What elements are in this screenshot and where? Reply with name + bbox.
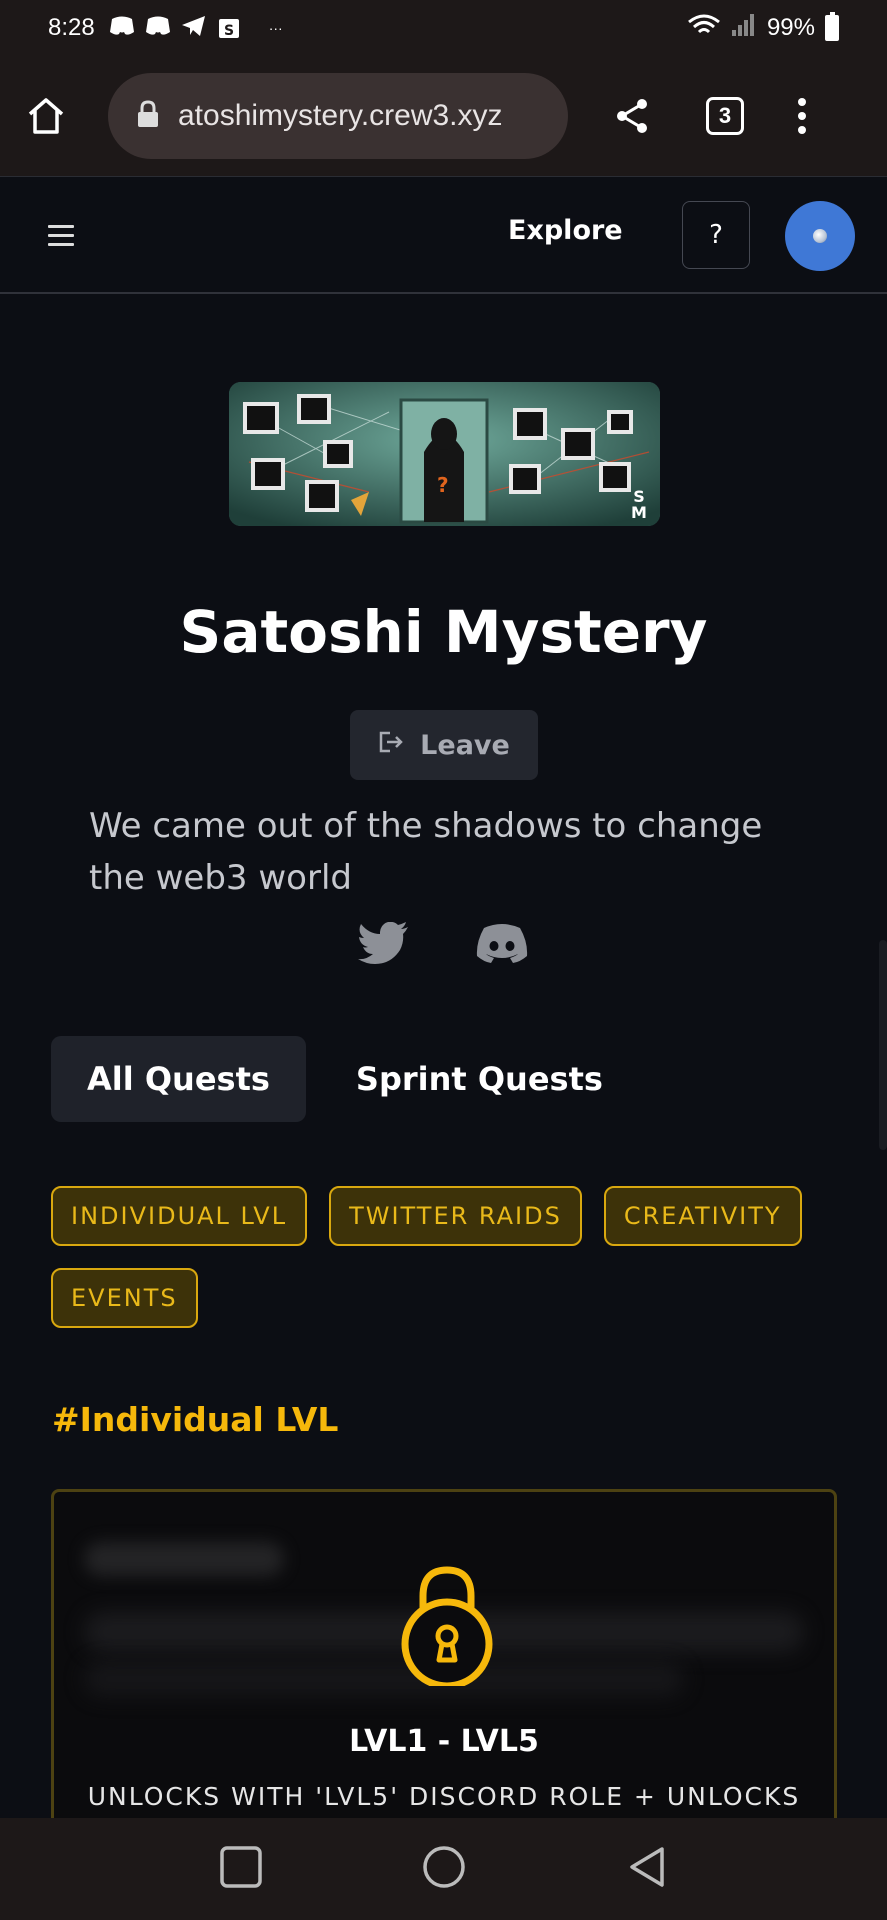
discord-notification-icon [109,15,135,41]
globe-icon [813,229,827,243]
quest-card-title: LVL1 - LVL5 [349,1724,539,1759]
section-title: #Individual LVL [52,1400,339,1439]
svg-text:S: S [224,23,234,39]
explore-link[interactable]: Explore [508,215,623,246]
blurred-text [84,1662,684,1696]
chip-creativity[interactable]: CREATIVITY [603,1186,802,1246]
scrollbar[interactable] [879,940,887,1150]
quest-card-subtitle: UNLOCKS WITH 'LVL5' DISCORD ROLE + UNLOC… [87,1782,801,1811]
lock-icon [136,100,160,132]
url-text: atoshimystery.crew3.xyz [178,99,503,132]
site-header: Explore ? [0,176,887,294]
tab-switcher-button[interactable]: 3 [706,97,744,135]
shopping-notification-icon: S [217,13,241,43]
signal-icon [731,12,757,45]
discord-notification-icon-2 [145,15,171,41]
chip-individual-lvl[interactable]: INDIVIDUAL LVL [51,1186,308,1246]
nav-home-icon[interactable] [421,1844,467,1894]
avatar[interactable] [785,201,855,271]
nav-recents-icon[interactable] [219,1845,263,1893]
category-chips: INDIVIDUAL LVL TWITTER RAIDS CREATIVITY … [51,1186,851,1328]
chip-twitter-raids[interactable]: TWITTER RAIDS [329,1186,582,1246]
quest-card[interactable]: LVL1 - LVL5 UNLOCKS WITH 'LVL5' DISCORD … [51,1489,837,1829]
chip-events[interactable]: EVENTS [51,1268,198,1328]
svg-text:?: ? [437,473,449,497]
help-button[interactable]: ? [682,201,750,269]
notification-icons: S ··· [109,13,283,43]
tab-all-quests[interactable]: All Quests [51,1036,306,1122]
address-bar[interactable]: atoshimystery.crew3.xyz [108,73,568,159]
community-description: We came out of the shadows to change the… [89,806,763,898]
padlock-icon [399,1562,495,1690]
tab-sprint-quests[interactable]: Sprint Quests [320,1036,639,1122]
more-notifications-indicator: ··· [268,20,283,36]
browser-toolbar: atoshimystery.crew3.xyz 3 [0,56,887,176]
wifi-icon [687,12,721,45]
more-vert-icon[interactable] [796,96,808,136]
battery-percent: 99% [766,14,815,41]
discord-icon[interactable] [476,922,528,968]
home-icon[interactable] [24,94,68,138]
battery-icon [825,12,839,41]
community-banner: ? S M [229,382,660,526]
twitter-icon[interactable] [358,921,410,968]
nav-back-icon[interactable] [626,1845,668,1893]
menu-icon[interactable] [48,225,74,252]
svg-text:M: M [631,503,647,522]
leave-label: Leave [420,729,510,761]
share-icon[interactable] [612,96,652,136]
leave-button[interactable]: Leave [350,710,538,780]
quest-tabs: All Quests Sprint Quests [51,1036,639,1122]
logout-icon [378,730,404,761]
telegram-notification-icon [181,15,207,41]
community-title: Satoshi Mystery [179,598,708,666]
system-nav-bar [0,1818,887,1920]
status-bar: 8:28 S ··· 99% [0,0,887,56]
status-time: 8:28 [48,14,95,41]
blurred-text [84,1542,284,1576]
